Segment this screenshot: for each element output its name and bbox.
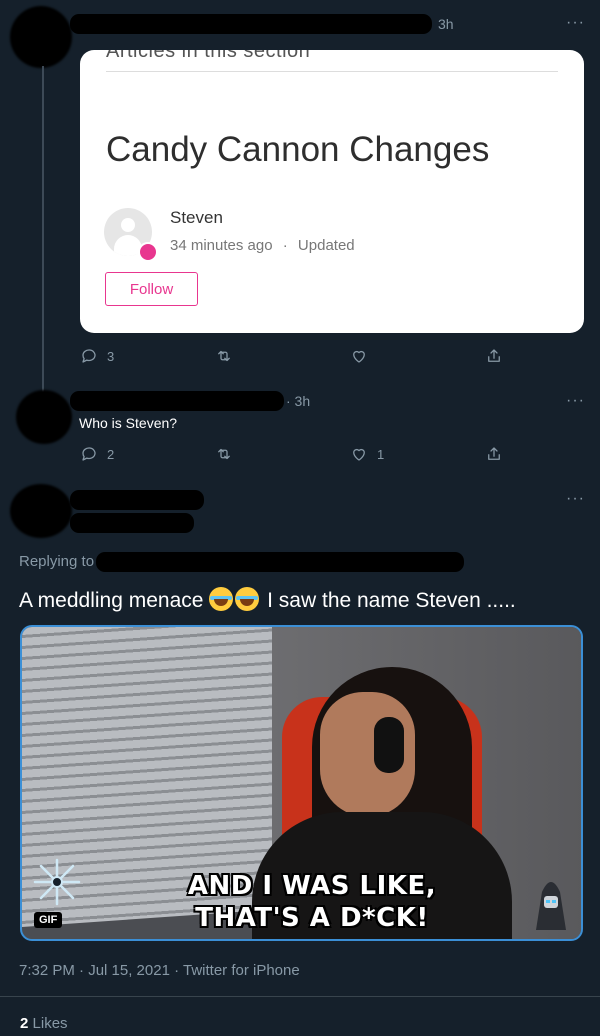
tweet3-timestamp[interactable]: 7:32 PM · Jul 15, 2021 · Twitter for iPh… <box>19 962 300 979</box>
tweet2-share-button[interactable] <box>485 445 503 463</box>
replying-to-handle-redacted[interactable] <box>96 552 464 572</box>
article-card[interactable]: Articles in this section Candy Cannon Ch… <box>80 50 584 333</box>
divider <box>0 996 600 997</box>
tweet2-avatar-redacted[interactable] <box>16 390 72 444</box>
tweet3-author-redacted[interactable] <box>70 490 204 510</box>
tweet1-time[interactable]: 3h <box>438 16 454 32</box>
gif-caption: AND I WAS LIKE, THAT'S A D*CK! <box>132 870 492 934</box>
article-updated: Updated <box>297 237 355 254</box>
laughing-emoji-icon <box>209 587 234 611</box>
tweet2-like-button[interactable]: 1 <box>350 445 384 463</box>
thread-line <box>42 66 44 396</box>
likes-count: 2 <box>20 1015 29 1032</box>
headset-icon <box>374 717 404 773</box>
laughing-emoji-icon <box>235 587 260 611</box>
tweet2-retweet-button[interactable] <box>215 445 233 463</box>
tweet1-reply-button[interactable]: 3 <box>80 347 114 365</box>
tweet1-more-icon[interactable]: ··· <box>566 14 585 32</box>
tweet1-like-button[interactable] <box>350 347 368 365</box>
tweet2-reply-button[interactable]: 2 <box>80 445 114 463</box>
tweet3-text: A meddling menace I saw the name Steven … <box>19 587 516 613</box>
tweet1-reply-count: 3 <box>107 348 115 364</box>
retweet-icon <box>218 448 230 460</box>
article-author: Steven <box>170 208 223 227</box>
tweet3-text-after: I saw the name Steven ..... <box>261 589 516 612</box>
like-icon <box>353 448 365 461</box>
tweet2-text: Who is Steven? <box>79 415 178 431</box>
retweet-icon <box>218 350 230 362</box>
meta-separator: · <box>282 237 288 254</box>
replying-to-label: Replying to <box>19 553 95 570</box>
gif-media[interactable]: AND I WAS LIKE, THAT'S A D*CK! GIF <box>20 625 583 941</box>
gif-caption-line1: AND I WAS LIKE, <box>187 871 437 901</box>
tweet3-handle-redacted[interactable] <box>70 513 194 533</box>
share-icon <box>488 349 500 362</box>
tweet2-more-icon[interactable]: ··· <box>566 392 585 410</box>
article-time-ago: 34 minutes ago <box>170 237 273 254</box>
gif-badge: GIF <box>34 912 63 928</box>
tweet3-avatar-redacted[interactable] <box>10 484 72 538</box>
reply-icon <box>82 447 96 461</box>
reply-icon <box>82 349 96 363</box>
mascot-icon <box>536 882 566 930</box>
tweet3-text-before: A meddling menace <box>19 589 210 612</box>
author-badge-icon <box>138 242 158 262</box>
tweet1-author-redacted[interactable] <box>70 14 432 34</box>
tweet2-reply-count: 2 <box>107 446 115 462</box>
tweet1-share-button[interactable] <box>485 347 503 365</box>
article-title: Candy Cannon Changes <box>106 130 490 169</box>
follow-button[interactable]: Follow <box>105 272 198 306</box>
tweet1-avatar-redacted[interactable] <box>10 6 72 68</box>
share-icon <box>488 447 500 460</box>
likes-stat[interactable]: 2 Likes <box>20 1015 68 1032</box>
tweet1-retweet-button[interactable] <box>215 347 233 365</box>
like-icon <box>353 350 365 363</box>
article-meta: 34 minutes ago · Updated <box>170 237 355 254</box>
tweet2-author-redacted[interactable] <box>70 391 284 411</box>
gif-caption-line2: THAT'S A D*CK! <box>195 903 429 933</box>
tweet2-time[interactable]: · 3h <box>286 393 310 409</box>
divider <box>106 71 558 72</box>
tweet2-like-count: 1 <box>377 446 385 462</box>
likes-label: Likes <box>32 1015 68 1032</box>
section-heading: Articles in this section <box>106 50 311 62</box>
streamer-logo-icon <box>33 858 81 906</box>
tweet3-more-icon[interactable]: ··· <box>566 490 585 508</box>
